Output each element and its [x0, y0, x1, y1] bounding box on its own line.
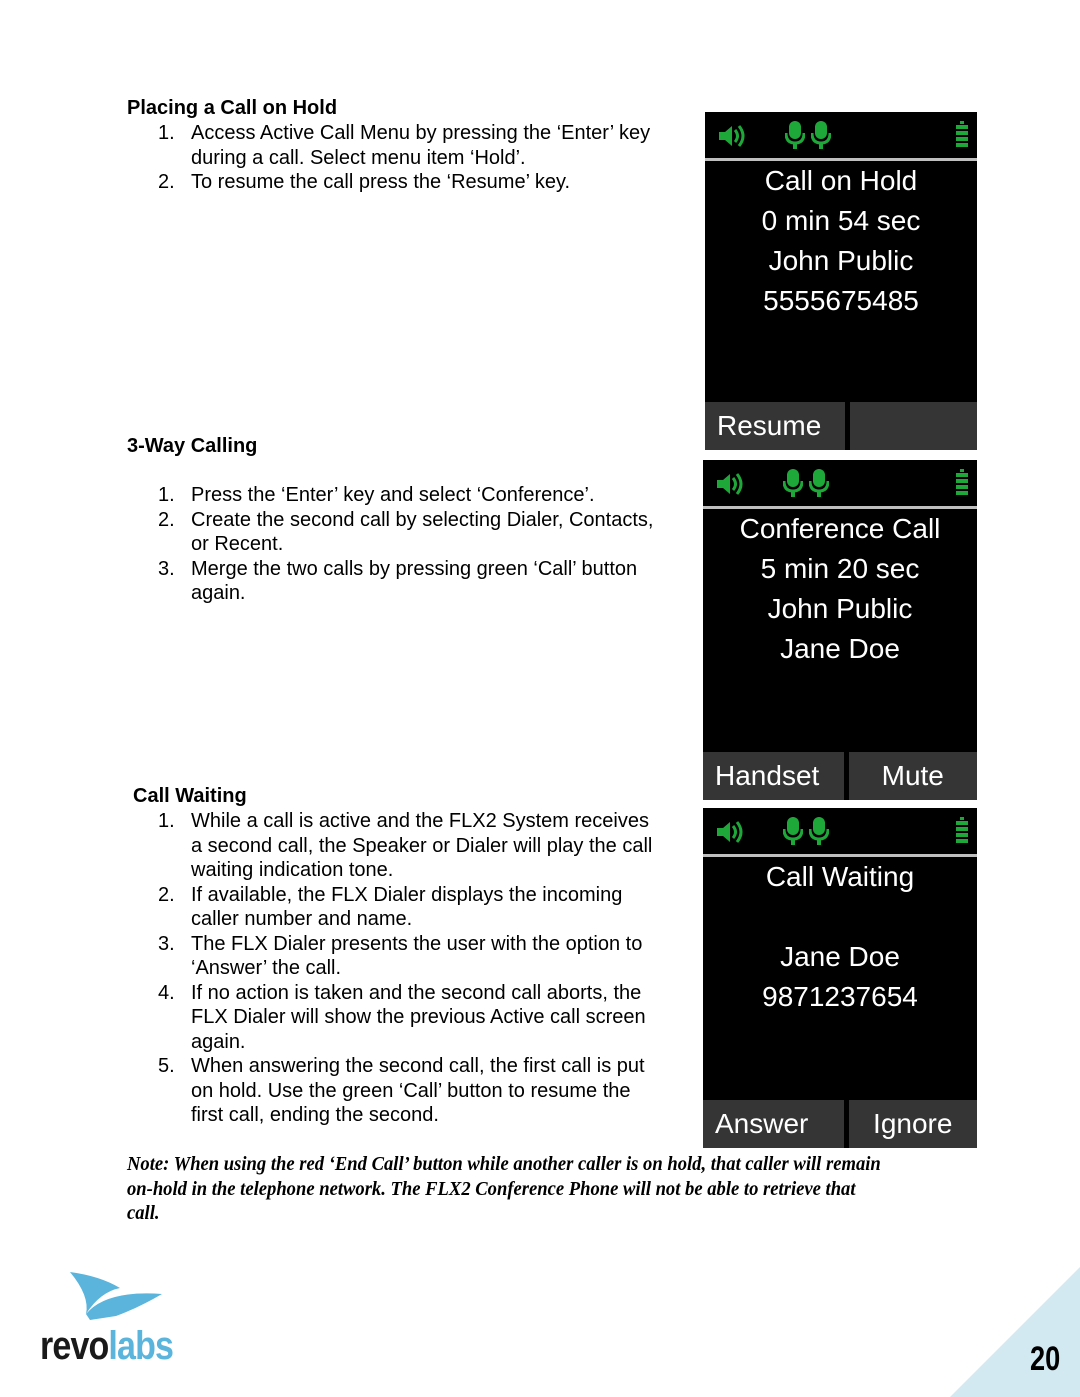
step-number: 2. [158, 171, 175, 193]
call-info: Conference Call 5 min 20 sec John Public… [703, 509, 977, 669]
speaker-icon [715, 472, 743, 496]
list-item: 1. Access Active Call Menu by pressing th… [127, 121, 697, 170]
heading-call-on-hold: Placing a Call on Hold [127, 97, 338, 119]
microphone-icon [783, 817, 803, 845]
list-item: 1. While a call is active and the FLX2 Sy… [127, 809, 697, 883]
step-text: Press the ‘Enter’ key and select ‘Confer… [191, 484, 595, 506]
step-text: a second call, the Speaker or Dialer wil… [191, 834, 653, 857]
step-text: Merge the two calls by pressing green ‘C… [191, 557, 638, 580]
list-item: 5. When answering the second call, the fi… [127, 1054, 697, 1128]
caller-name: Jane Doe [780, 633, 900, 664]
call-status: Call Waiting [765, 861, 915, 892]
status-bar [703, 808, 977, 857]
list-item: 2. If available, the FLX Dialer displays … [127, 883, 697, 932]
microphone-icon [785, 121, 805, 149]
step-number: 3. [158, 932, 175, 955]
page-number: 20 [1030, 1340, 1061, 1378]
speaker-icon [715, 820, 743, 844]
list-item: 3. Merge the two calls by pressing green … [127, 557, 697, 606]
speaker-icon [717, 124, 745, 148]
hold-steps: 1. Access Active Call Menu by pressing th… [127, 121, 697, 195]
step-text: To resume the call press the ‘Resume’ ke… [191, 171, 571, 193]
list-item: 2. Create the second call by selecting Di… [127, 508, 697, 557]
waiting-steps: 1. While a call is active and the FLX2 Sy… [127, 809, 697, 1128]
heading-3-way-calling: 3-Way Calling [127, 435, 258, 457]
caller-name: John Public [768, 245, 914, 276]
step-text: When answering the second call, the firs… [191, 1055, 645, 1077]
step-text: caller number and name. [191, 908, 413, 930]
step-text: While a call is active and the FLX2 Syst… [191, 810, 649, 832]
caller-name: John Public [767, 593, 913, 624]
logo-text-revo: revo [40, 1324, 109, 1368]
threeway-steps: 1. Press the ‘Enter’ key and select ‘Conf… [127, 483, 697, 606]
step-text: on hold. Use the green ‘Call’ button to … [191, 1079, 631, 1102]
ignore-button[interactable]: Ignore [848, 1100, 977, 1148]
step-number: 1. [158, 810, 175, 832]
step-text: FLX Dialer will show the previous Active… [191, 1006, 646, 1028]
microphone-icon [809, 817, 829, 845]
logo-text-labs: labs [108, 1324, 174, 1368]
status-bar [705, 112, 977, 161]
step-text: If no action is taken and the second cal… [191, 981, 642, 1004]
call-status: Conference Call [739, 513, 941, 544]
step-text: ‘Answer’ the call. [191, 957, 342, 979]
phone-screen-call-on-hold: Call on Hold 0 min 54 sec John Public 55… [705, 112, 977, 450]
mute-button[interactable]: Mute [848, 752, 977, 800]
caller-number: 9871237654 [762, 981, 918, 1012]
list-item: 1. Press the ‘Enter’ key and select ‘Conf… [127, 483, 697, 508]
step-text: The FLX Dialer presents the user with th… [191, 932, 643, 955]
step-text: during a call. Select menu item ‘Hold’. [191, 146, 526, 169]
note-text: Note: When using the red ‘End Call’ butt… [127, 1153, 881, 1224]
resume-button[interactable]: Resume [705, 402, 845, 450]
step-number: 4. [158, 981, 175, 1004]
page-corner-triangle [950, 1267, 1080, 1397]
step-number: 1. [158, 484, 175, 506]
softkey-bar: Handset Mute [703, 752, 977, 800]
list-item: 2. To resume the call press the ‘Resume’ … [127, 170, 697, 195]
call-info: Call Waiting Jane Doe 9871237654 [703, 857, 977, 1017]
step-text: Create the second call by selecting Dial… [191, 508, 654, 531]
step-number: 2. [158, 883, 175, 906]
call-duration: 0 min 54 sec [761, 205, 921, 236]
step-text: or Recent. [191, 533, 284, 555]
heading-call-waiting: Call Waiting [133, 785, 247, 807]
step-text: first call, ending the second. [191, 1104, 439, 1126]
battery-icon [956, 469, 968, 495]
step-text: again. [191, 1030, 246, 1053]
status-bar [703, 460, 977, 509]
step-text: waiting indication tone. [191, 859, 394, 881]
caller-name: Jane Doe [780, 941, 900, 972]
step-text: Access Active Call Menu by pressing the … [191, 122, 651, 144]
caller-number: 5555675485 [763, 285, 919, 316]
call-info: Call on Hold 0 min 54 sec John Public 55… [705, 161, 977, 321]
microphone-icon [809, 469, 829, 497]
softkey-bar: Answer Ignore [703, 1100, 977, 1148]
phone-screen-conference-call: Conference Call 5 min 20 sec John Public… [703, 460, 977, 800]
call-status: Call on Hold [764, 165, 918, 196]
step-text: again. [191, 582, 246, 604]
softkey-bar: Resume [705, 402, 977, 450]
call-duration: 5 min 20 sec [760, 553, 920, 584]
step-number: 2. [158, 508, 175, 531]
answer-button[interactable]: Answer [703, 1100, 844, 1148]
step-number: 1. [158, 122, 175, 144]
microphone-icon [783, 469, 803, 497]
step-number: 3. [158, 557, 175, 580]
step-number: 5. [158, 1055, 175, 1077]
battery-icon [956, 817, 968, 843]
list-item: 4. If no action is taken and the second c… [127, 981, 697, 1055]
phone-screen-call-waiting: Call Waiting Jane Doe 9871237654 Answer … [703, 808, 977, 1148]
battery-icon [956, 121, 968, 147]
step-text: If available, the FLX Dialer displays th… [191, 883, 623, 906]
empty-softkey[interactable] [849, 402, 977, 450]
shark-fin-icon [70, 1272, 162, 1320]
list-item: 3. The FLX Dialer presents the user with … [127, 932, 697, 981]
microphone-icon [811, 121, 831, 149]
handset-button[interactable]: Handset [703, 752, 844, 800]
